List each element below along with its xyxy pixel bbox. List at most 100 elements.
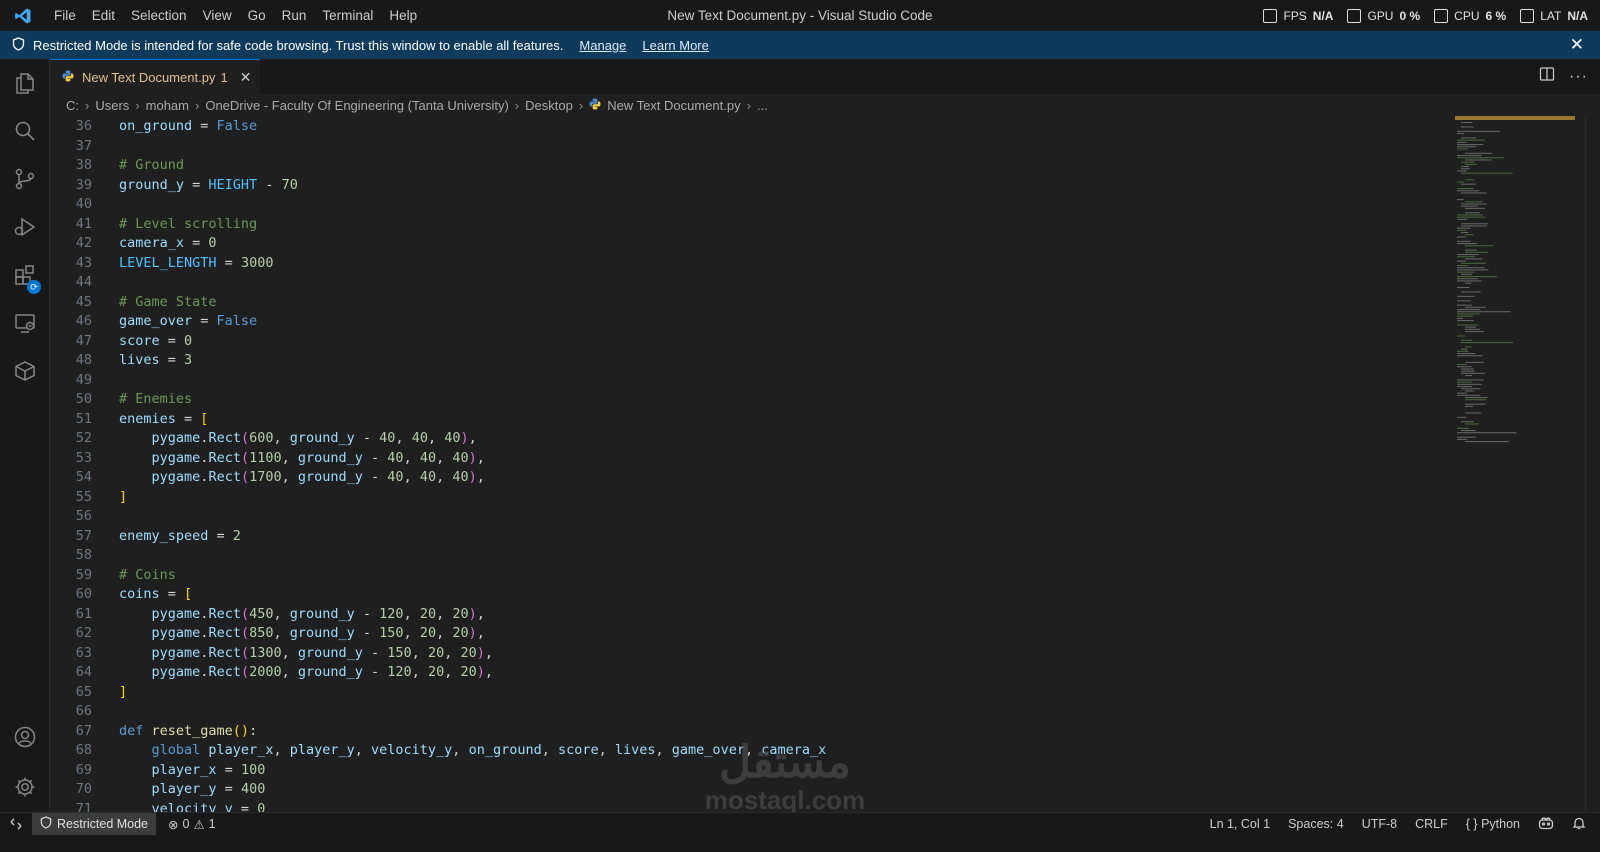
breadcrumb-symbols[interactable]: ... (757, 98, 768, 113)
code-line[interactable]: 40 (50, 195, 1460, 215)
close-tab-icon[interactable]: ✕ (240, 69, 252, 86)
code-line[interactable]: 41 # Level scrolling (50, 215, 1460, 235)
box-icon[interactable] (0, 347, 49, 395)
end-of-line[interactable]: CRLF (1415, 817, 1448, 831)
minimap-line (1457, 317, 1464, 319)
copilot-icon[interactable] (1538, 816, 1554, 833)
menu-run[interactable]: Run (274, 0, 315, 31)
line-number: 69 (75, 761, 92, 778)
code-line[interactable]: 50 # Enemies (50, 390, 1460, 410)
code-token: pygame (151, 449, 201, 466)
code-line[interactable]: 53 pygame.Rect(1100, ground_y - 40, 40, … (50, 449, 1460, 469)
menu-edit[interactable]: Edit (84, 0, 123, 31)
code-token: = (192, 313, 217, 329)
code-token: 120 (387, 664, 412, 680)
close-icon[interactable]: ✕ (1570, 35, 1584, 55)
menu-go[interactable]: Go (240, 0, 274, 31)
accounts-icon[interactable] (0, 713, 49, 761)
code-line[interactable]: 43 LEVEL_LENGTH = 3000 (50, 254, 1460, 274)
code-line[interactable]: 45 # Game State (50, 293, 1460, 313)
breadcrumb-user[interactable]: moham (146, 98, 189, 113)
code-line[interactable]: 62 pygame.Rect(850, ground_y - 150, 20, … (50, 624, 1460, 644)
breadcrumb-drive[interactable]: C: (66, 98, 79, 113)
code-line[interactable]: 55] (50, 488, 1460, 508)
code-token: ground_y (289, 605, 355, 622)
split-editor-icon[interactable] (1539, 66, 1555, 87)
code-token: 20 (427, 664, 445, 680)
menu-file[interactable]: File (46, 0, 84, 31)
minimap-line (1461, 388, 1481, 390)
indentation[interactable]: Spaces: 4 (1288, 817, 1344, 831)
code-line[interactable]: 39 ground_y = HEIGHT - 70 (50, 176, 1460, 196)
code-line[interactable]: 38 # Ground (50, 156, 1460, 176)
minimap-line (1457, 300, 1471, 302)
more-actions-icon[interactable]: ··· (1569, 68, 1588, 86)
remote-explorer-icon[interactable] (0, 299, 49, 347)
source-control-icon[interactable] (0, 155, 49, 203)
code-line[interactable]: 37 (50, 137, 1460, 157)
search-icon[interactable] (0, 107, 49, 155)
fps-value: N/A (1312, 8, 1334, 23)
menu-view[interactable]: View (195, 0, 240, 31)
minimap-line (1457, 313, 1481, 315)
explorer-icon[interactable] (0, 59, 49, 107)
code-line[interactable]: 65] (50, 683, 1460, 703)
warning-count: 1 (208, 817, 216, 831)
code-line[interactable]: 60 coins = [ (50, 585, 1460, 605)
code-line[interactable]: 64 pygame.Rect(2000, ground_y - 120, 20,… (50, 663, 1460, 683)
code-text: game_over = False (119, 312, 257, 332)
code-line[interactable]: 44 (50, 273, 1460, 293)
code-line[interactable]: 42 camera_x = 0 (50, 234, 1460, 254)
code-line[interactable]: 61 pygame.Rect(450, ground_y - 120, 20, … (50, 605, 1460, 625)
problems-indicator[interactable]: ⊗ 0 ⚠ 1 (168, 817, 216, 832)
code-line[interactable]: 56 (50, 507, 1460, 527)
extensions-icon[interactable]: ⟳ (0, 251, 49, 299)
manage-gear-icon[interactable] (0, 763, 49, 811)
language-mode[interactable]: { } Python (1466, 817, 1520, 831)
run-debug-icon[interactable] (0, 203, 49, 251)
vertical-scrollbar[interactable] (1585, 116, 1600, 812)
notifications-bell-icon[interactable] (1572, 816, 1586, 833)
restricted-mode-status[interactable]: Restricted Mode (32, 813, 157, 835)
cursor-position[interactable]: Ln 1, Col 1 (1210, 817, 1270, 831)
code-line[interactable]: 49 (50, 371, 1460, 391)
breadcrumb-file[interactable]: New Text Document.py (607, 98, 740, 113)
code-token: player_y (151, 781, 217, 797)
tab-new-text-document[interactable]: New Text Document.py 1 ✕ (50, 59, 260, 94)
code-line[interactable]: 54 pygame.Rect(1700, ground_y - 40, 40, … (50, 468, 1460, 488)
code-line[interactable]: 59 # Coins (50, 566, 1460, 586)
code-line[interactable]: 66 (50, 702, 1460, 722)
remote-indicator-icon[interactable] (0, 813, 32, 835)
minimap-line (1457, 309, 1481, 311)
learn-more-link[interactable]: Learn More (642, 38, 708, 53)
code-text: enemies = [ (119, 410, 208, 430)
line-number: 43 (75, 254, 92, 271)
code-token: Rect (208, 644, 241, 661)
code-line[interactable]: 47 score = 0 (50, 332, 1460, 352)
cpu-label: CPU (1454, 8, 1480, 23)
minimap[interactable] (1455, 116, 1575, 446)
minimap-viewport[interactable] (1455, 116, 1575, 120)
breadcrumb-desktop[interactable]: Desktop (525, 98, 573, 113)
code-text: pygame.Rect(1100, ground_y - 40, 40, 40)… (119, 449, 485, 469)
menu-selection[interactable]: Selection (123, 0, 195, 31)
code-line[interactable]: 48 lives = 3 (50, 351, 1460, 371)
code-line[interactable]: 52 pygame.Rect(600, ground_y - 40, 40, 4… (50, 429, 1460, 449)
menu-terminal[interactable]: Terminal (314, 0, 381, 31)
menu-help[interactable]: Help (381, 0, 425, 31)
encoding[interactable]: UTF-8 (1362, 817, 1397, 831)
code-line[interactable]: 58 (50, 546, 1460, 566)
code-line[interactable]: 57 enemy_speed = 2 (50, 527, 1460, 547)
breadcrumb-onedrive[interactable]: OneDrive - Faculty Of Engineering (Tanta… (205, 98, 508, 113)
code-line[interactable]: 63 pygame.Rect(1300, ground_y - 150, 20,… (50, 644, 1460, 664)
code-line[interactable]: 36 on_ground = False (50, 117, 1460, 137)
breadcrumb-users[interactable]: Users (95, 98, 129, 113)
code-editor[interactable]: 36 on_ground = False 37 38 # Ground 39 ground_… (50, 116, 1600, 812)
code-token: 20 (452, 625, 469, 641)
code-line[interactable]: 51 enemies = [ (50, 410, 1460, 430)
code-line[interactable]: 46 game_over = False (50, 312, 1460, 332)
fps-icon (1263, 8, 1278, 23)
code-token: = (208, 527, 233, 544)
manage-link[interactable]: Manage (579, 38, 626, 53)
